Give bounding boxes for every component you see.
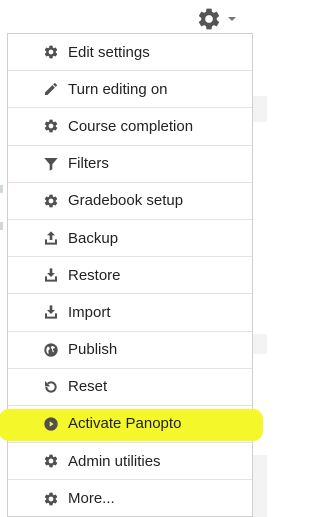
menu-item-label: Edit settings	[68, 43, 150, 61]
course-actions-toggle[interactable]	[196, 6, 240, 32]
menu-item-publish[interactable]: Publish	[8, 332, 252, 369]
menu-item-admin-utilities[interactable]: Admin utilities	[8, 443, 252, 481]
menu-item-import[interactable]: Import	[8, 294, 252, 332]
import-icon	[42, 303, 60, 321]
menu-item-label: Reset	[68, 378, 108, 396]
menu-item-restore[interactable]: Restore	[8, 257, 252, 295]
menu-item-activate-panopto[interactable]: Activate Panopto	[0, 406, 263, 444]
upload-icon	[42, 229, 60, 247]
page-background-mark	[0, 222, 3, 230]
globe-icon	[42, 341, 60, 359]
gear-icon	[42, 192, 60, 210]
pencil-icon	[42, 80, 60, 98]
download-icon	[42, 266, 60, 284]
page-background-mark	[0, 185, 3, 193]
menu-item-label: Activate Panopto	[68, 415, 182, 433]
menu-item-label: Gradebook setup	[68, 192, 184, 210]
chevron-down-icon	[228, 16, 236, 22]
gear-icon	[42, 452, 60, 470]
menu-item-label: Restore	[68, 266, 121, 284]
reset-icon	[42, 378, 60, 396]
menu-item-edit-settings[interactable]: Edit settings	[8, 34, 252, 72]
menu-item-label: Import	[68, 303, 111, 321]
menu-item-label: More...	[68, 490, 115, 508]
gear-icon	[42, 43, 60, 61]
menu-item-course-completion[interactable]: Course completion	[8, 108, 252, 146]
gear-icon	[42, 490, 60, 508]
menu-item-label: Filters	[68, 155, 109, 173]
menu-item-label: Course completion	[68, 117, 194, 135]
menu-item-label: Publish	[68, 341, 118, 359]
menu-item-turn-editing-on[interactable]: Turn editing on	[8, 71, 252, 109]
menu-item-label: Turn editing on	[68, 80, 168, 98]
menu-item-backup[interactable]: Backup	[8, 220, 252, 258]
gear-icon	[42, 117, 60, 135]
gear-icon	[196, 6, 222, 32]
course-actions-menu: Edit settings Turn editing on Course com…	[0, 33, 263, 517]
menu-item-gradebook-setup[interactable]: Gradebook setup	[8, 183, 252, 220]
menu-item-more[interactable]: More...	[8, 480, 252, 517]
menu-item-filters[interactable]: Filters	[8, 146, 252, 183]
menu-item-label: Admin utilities	[68, 452, 161, 470]
panopto-icon	[42, 415, 60, 433]
filter-icon	[42, 155, 60, 173]
menu-item-reset[interactable]: Reset	[8, 369, 252, 406]
menu-item-label: Backup	[68, 229, 119, 247]
